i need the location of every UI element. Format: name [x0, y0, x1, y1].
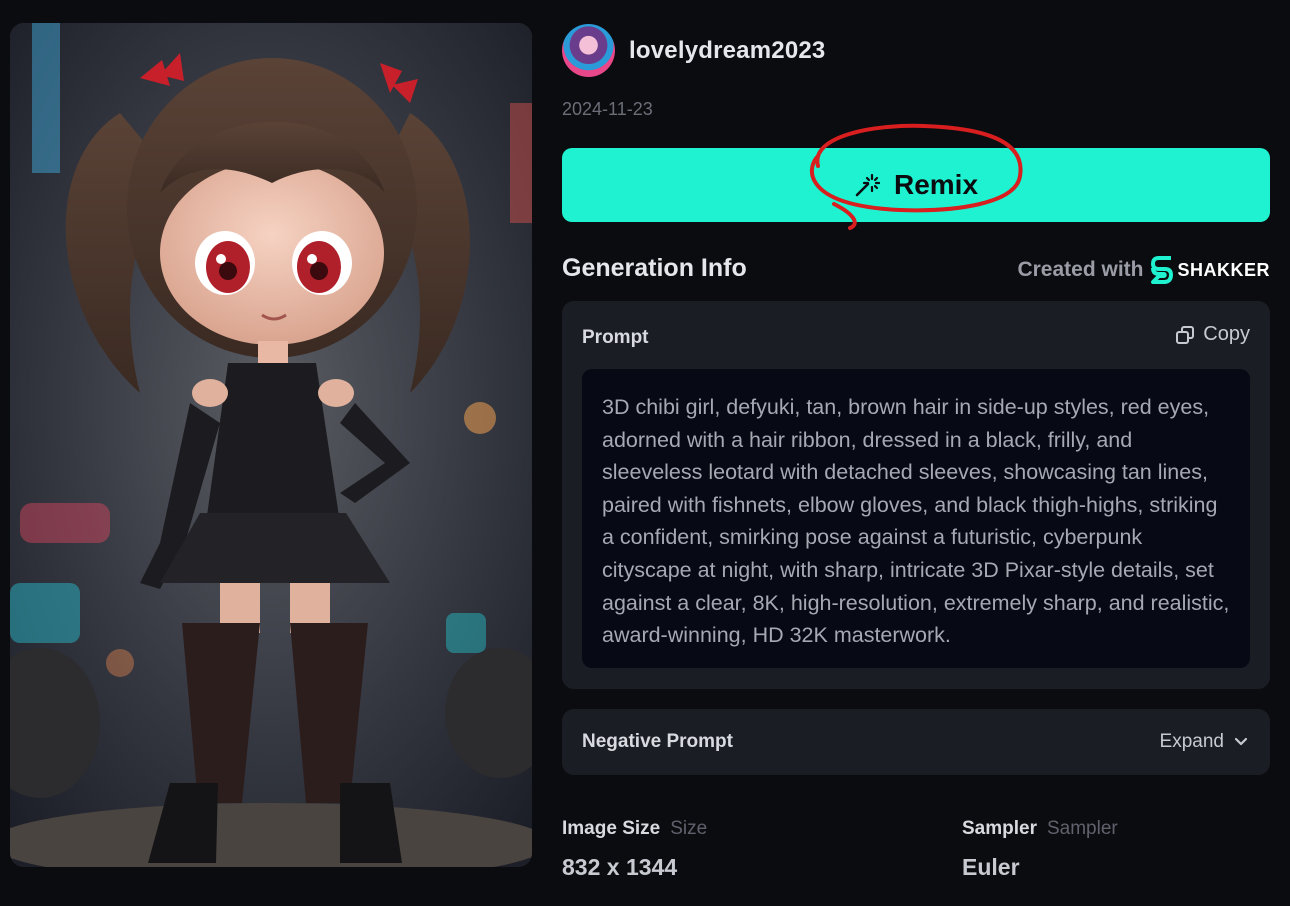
magic-wand-icon — [855, 173, 880, 197]
chevron-down-icon — [1234, 737, 1248, 746]
remix-label: Remix — [893, 169, 979, 200]
expand-button[interactable]: Expand — [1160, 731, 1248, 753]
image-size-value: 832 x 1344 — [562, 854, 678, 880]
generated-image[interactable] — [10, 23, 532, 867]
prompt-card: Prompt Copy 3D chibi girl, defyuki, tan,… — [562, 301, 1270, 689]
param-sampler: Sampler Sampler Euler — [962, 818, 1118, 881]
copy-label: Copy — [1203, 323, 1250, 345]
post-date: 2024-11-23 — [562, 99, 653, 119]
sampler-sublabel: Sampler — [1046, 818, 1118, 839]
image-size-sublabel: Size — [670, 818, 708, 839]
shakker-brand: SHAKKER — [1177, 259, 1270, 280]
remix-button[interactable]: Remix — [562, 148, 1270, 222]
generation-info-title: Generation Info — [562, 254, 747, 282]
prompt-title: Prompt — [582, 327, 649, 348]
details-panel: lovelydream2023 2024-11-23 Remix Generat… — [562, 0, 1270, 906]
sampler-label: Sampler — [962, 818, 1037, 839]
copy-button[interactable]: Copy — [1175, 323, 1250, 346]
copy-icon — [1176, 325, 1195, 344]
negative-prompt-card[interactable]: Negative Prompt Expand — [562, 709, 1270, 775]
image-size-label: Image Size — [562, 818, 661, 839]
avatar[interactable] — [562, 24, 615, 77]
username[interactable]: lovelydream2023 — [629, 37, 825, 65]
created-with[interactable]: Created with SHAKKER — [1017, 256, 1270, 284]
prompt-text-box[interactable]: 3D chibi girl, defyuki, tan, brown hair … — [582, 369, 1250, 668]
param-image-size: Image Size Size 832 x 1344 — [562, 818, 707, 881]
expand-label: Expand — [1159, 731, 1224, 752]
page: lovelydream2023 2024-11-23 Remix Generat… — [0, 0, 1290, 906]
negative-prompt-title: Negative Prompt — [582, 731, 733, 752]
generation-info-header: Generation Info Created with SHAKKER — [562, 252, 1270, 288]
chibi-girl-illustration — [10, 23, 532, 867]
prompt-text: 3D chibi girl, defyuki, tan, brown hair … — [602, 395, 1230, 648]
created-with-label: Created with — [1017, 258, 1144, 281]
shakker-logo-icon — [1151, 256, 1174, 284]
sampler-value: Euler — [962, 854, 1020, 880]
author-row[interactable]: lovelydream2023 — [562, 24, 825, 77]
shakker-logo[interactable]: SHAKKER — [1151, 256, 1270, 284]
